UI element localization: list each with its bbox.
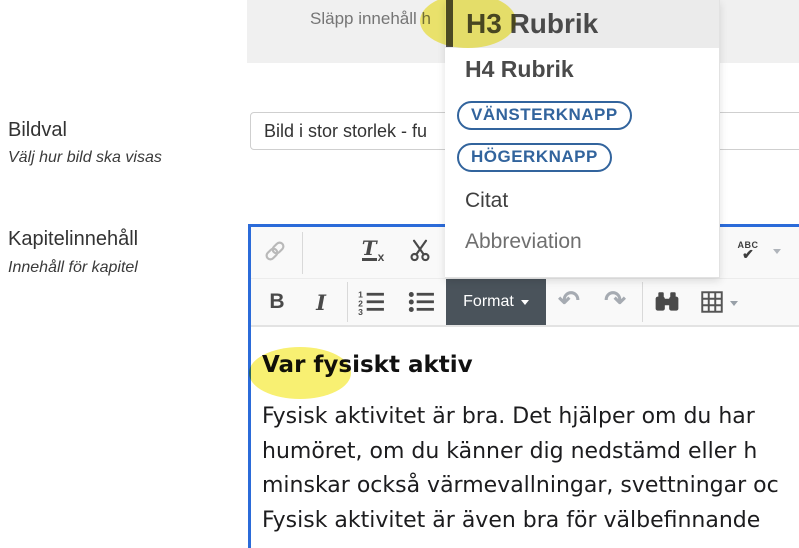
editor-heading[interactable]: Var fysiskt aktiv [262,352,473,378]
format-dropdown-button[interactable]: Format [446,279,546,325]
editor-paragraph-line[interactable]: Fysisk aktivitet är bra. Det hjälper om … [262,404,755,429]
dropzone-label: Släpp innehåll h [310,9,431,28]
spellcheck-button[interactable]: ABC ✔ [733,236,763,266]
numbered-list-button[interactable]: 1 2 3 [356,289,386,315]
redo-icon: ↷ [604,285,626,315]
field-label-bildval: Bildval [8,119,67,141]
menu-item-abbreviation[interactable]: Abbreviation [465,230,582,254]
spellcheck-icon: ABC ✔ [737,240,759,262]
field-label-kapitelinnehall: Kapitelinnehåll [8,228,139,250]
editor-paragraph-line[interactable]: humöret, om du känner dig nedstämd eller… [262,439,757,464]
numbered-list-icon: 1 2 3 [358,290,384,315]
field-description-kapitelinnehall: Innehåll för kapitel [8,259,138,276]
find-replace-button[interactable] [652,289,682,315]
chevron-down-icon [730,300,738,306]
italic-icon: I [316,289,326,315]
link-button[interactable] [262,238,288,264]
page: Släpp innehåll h Bildval Välj hur bild s… [0,0,799,548]
table-icon [701,291,723,313]
format-dropdown-menu: H3 Rubrik H4 Rubrik VÄNSTERKNAPP HÖGERKN… [445,0,720,278]
remove-format-icon: Tx [361,235,385,264]
image-size-select-value: Bild i stor storlek - fu [264,121,428,141]
italic-button[interactable]: I [308,288,334,316]
menu-item-hogerknapp[interactable]: HÖGERKNAPP [457,143,612,172]
toolbar-separator [642,282,643,322]
field-description-bildval: Välj hur bild ska visas [8,149,162,166]
bold-icon: B [269,290,285,313]
menu-item-vansterknapp[interactable]: VÄNSTERKNAPP [457,101,632,130]
table-dropdown-button[interactable] [728,298,740,308]
bulleted-list-icon [408,291,434,313]
menu-item-citat[interactable]: Citat [465,189,508,213]
bulleted-list-button[interactable] [406,289,436,315]
bold-button[interactable]: B [264,288,290,316]
menu-item-h3-rubrik[interactable]: H3 Rubrik [466,8,598,40]
editor-paragraph-line[interactable]: minskar också värmevallningar, svettning… [262,473,779,498]
chevron-down-icon [773,248,781,254]
spellcheck-dropdown-button[interactable] [771,246,783,256]
menu-selection-bar [446,0,453,47]
svg-text:3: 3 [358,307,363,315]
format-dropdown-label: Format [463,293,514,310]
toolbar-separator [302,232,303,274]
toolbar-bottom-border [251,325,799,327]
cut-scissors-icon [410,239,430,262]
binoculars-icon [655,292,679,311]
link-icon [265,241,285,261]
table-button[interactable] [698,289,726,315]
undo-button[interactable]: ↶ [554,285,584,315]
redo-button[interactable]: ↷ [600,285,630,315]
editor-paragraph-line[interactable]: Fysisk aktivitet är även bra för välbefi… [262,508,760,533]
cut-button[interactable] [407,237,433,263]
menu-item-h4-rubrik[interactable]: H4 Rubrik [465,56,574,83]
remove-format-button[interactable]: Tx [356,236,390,266]
undo-icon: ↶ [558,285,580,315]
toolbar-separator [347,282,348,322]
chevron-down-icon [520,299,529,305]
